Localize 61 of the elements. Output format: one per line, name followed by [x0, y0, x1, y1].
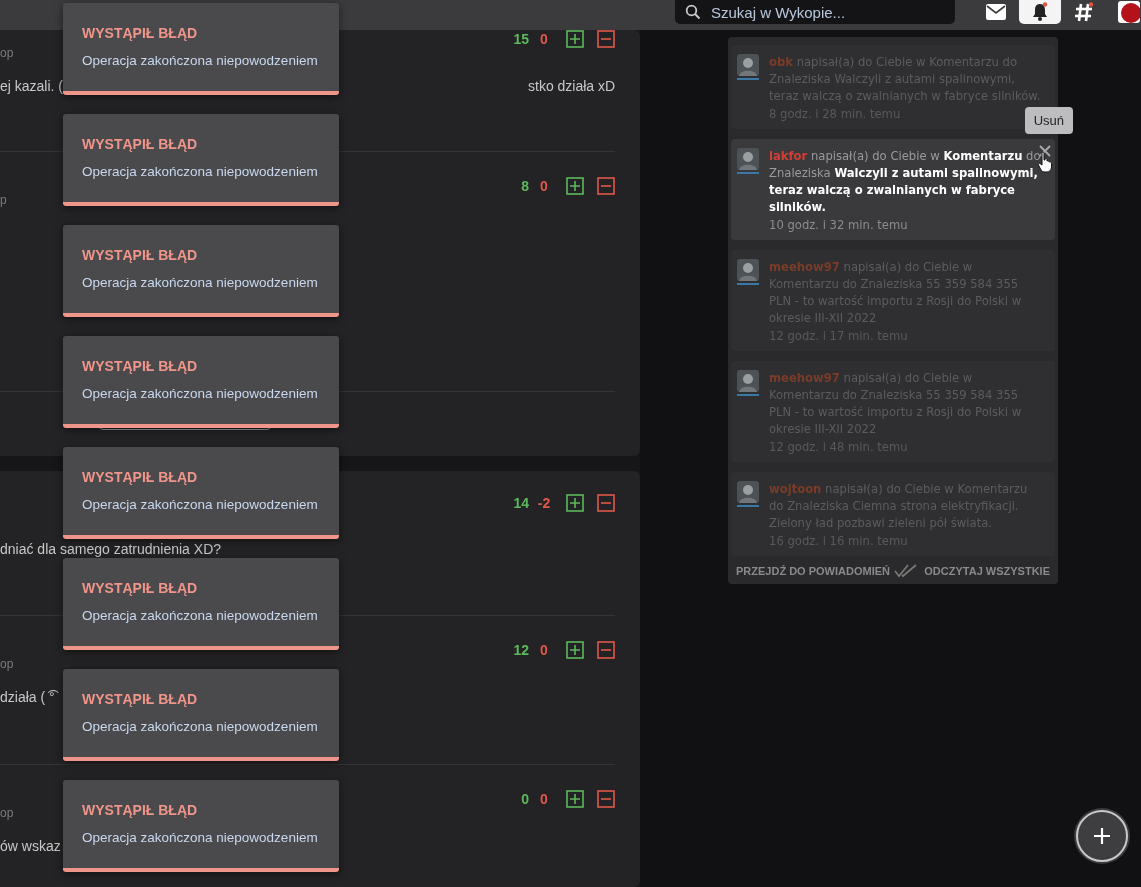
upvote-count: 12: [512, 642, 529, 658]
toast-title: WYSTĄPIŁ BŁĄD: [82, 358, 199, 374]
toast-title: WYSTĄPIŁ BŁĄD: [82, 469, 199, 485]
notifications-link[interactable]: PRZEJDŹ DO POWIADOMIEŃ: [736, 565, 890, 577]
avatar-icon: [737, 54, 759, 76]
plus-icon[interactable]: [566, 790, 584, 808]
close-icon[interactable]: [1039, 145, 1051, 157]
toast-message: Operacja zakończona niepowodzeniem: [82, 386, 319, 401]
avatar-icon: [737, 259, 759, 281]
toast-message: Operacja zakończona niepowodzeniem: [82, 53, 319, 68]
minus-icon[interactable]: [597, 790, 615, 808]
plus-icon[interactable]: [566, 30, 584, 48]
bell-icon[interactable]: [1019, 0, 1061, 24]
comment-meta: op: [0, 806, 14, 820]
upvote-count: 0: [520, 791, 529, 807]
search-icon: [685, 4, 701, 20]
toast-message: Operacja zakończona niepowodzeniem: [82, 164, 319, 179]
plus-icon[interactable]: [566, 641, 584, 659]
comment-text: działa ( ͡°: [0, 689, 60, 705]
downvote-count: 0: [539, 31, 549, 47]
minus-icon[interactable]: [597, 30, 615, 48]
toast-message: Operacja zakończona niepowodzeniem: [82, 275, 319, 290]
toast-title: WYSTĄPIŁ BŁĄD: [82, 136, 199, 152]
downvote-count: 0: [539, 178, 549, 194]
downvote-count: 0: [539, 791, 549, 807]
tooltip: Usuń: [1024, 107, 1073, 134]
comment-text: ów wskaz: [0, 838, 60, 854]
toast-title: WYSTĄPIŁ BŁĄD: [82, 802, 199, 818]
toast-title: WYSTĄPIŁ BŁĄD: [82, 247, 199, 263]
avatar-icon: [737, 370, 759, 392]
comment-text: dniać dla samego zatrudnienia XD?: [0, 541, 222, 557]
upvote-count: 8: [520, 178, 529, 194]
toast-message: Operacja zakończona niepowodzeniem: [82, 608, 319, 623]
search-field[interactable]: Szukaj w Wykopie...: [675, 0, 955, 24]
toast-title: WYSTĄPIŁ BŁĄD: [82, 25, 199, 41]
downvote-count: -2: [536, 495, 552, 511]
notification-text: lakfor napisał(a) do Ciebie w Komentarzu do Znaleziska Walczyli z autami spalinowymi, teraz walczą o zwalnianych w fabryce silników.: [769, 148, 1041, 216]
upvote-count: 15: [512, 31, 529, 47]
toast-message: Operacja zakończona niepowodzeniem: [82, 497, 319, 512]
minus-icon[interactable]: [597, 177, 615, 195]
comment-meta: p: [0, 193, 7, 207]
notification-time: 10 godz. i 32 min. temu: [769, 217, 909, 234]
toast-message: Operacja zakończona niepowodzeniem: [82, 719, 319, 734]
toast-title: WYSTĄPIŁ BŁĄD: [82, 691, 199, 707]
downvote-count: 0: [539, 642, 549, 658]
comment-text: stko działa xD: [528, 78, 616, 94]
add-button[interactable]: [1073, 807, 1131, 865]
toast-title: WYSTĄPIŁ BŁĄD: [82, 580, 199, 596]
avatar-icon: [737, 148, 759, 170]
upvote-count: 14: [512, 495, 529, 511]
double-check-icon[interactable]: [894, 564, 919, 578]
plus-icon[interactable]: [566, 177, 584, 195]
avatar-icon: [737, 481, 759, 503]
toast-message: Operacja zakończona niepowodzeniem: [82, 830, 319, 845]
minus-icon[interactable]: [597, 494, 615, 512]
comment-meta: op: [0, 46, 14, 60]
minus-icon[interactable]: [597, 641, 615, 659]
plus-icon[interactable]: [566, 494, 584, 512]
avatar-icon[interactable]: [1115, 0, 1141, 24]
mark-all-read-link[interactable]: ODCZYTAJ WSZYSTKIE: [924, 565, 1050, 577]
comment-meta: op: [0, 657, 14, 671]
